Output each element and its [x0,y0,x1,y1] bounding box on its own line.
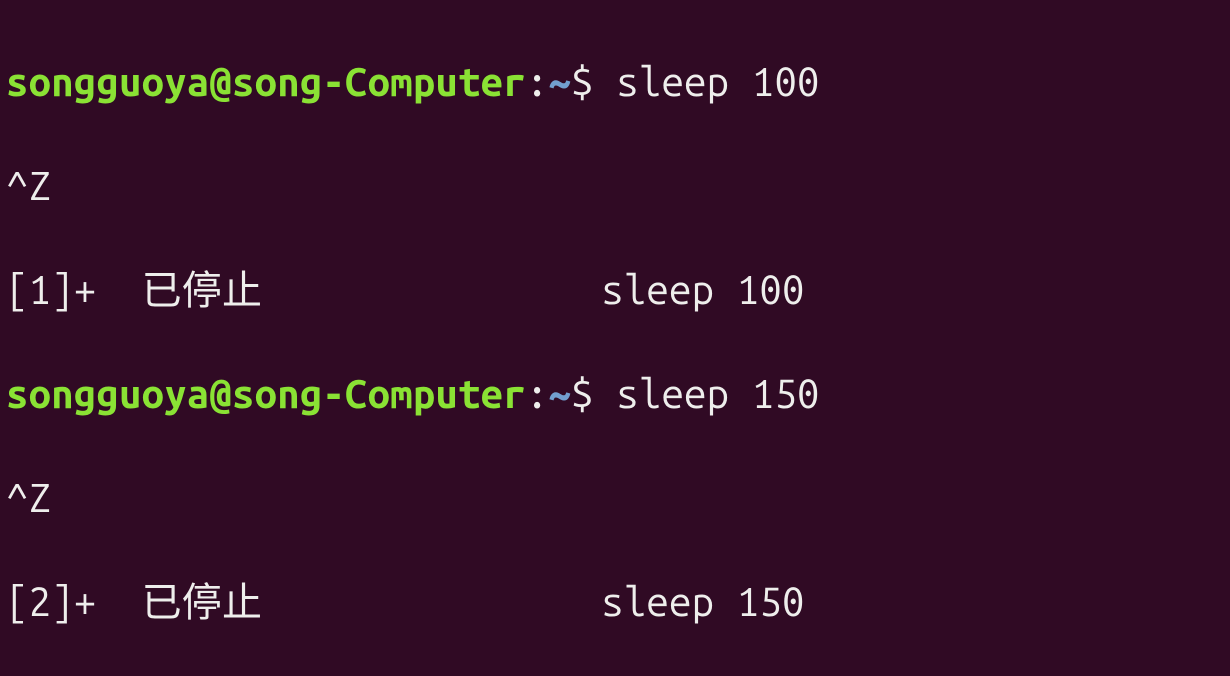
prompt-path: ~ [548,371,571,416]
job-pad [262,267,601,312]
prompt-dollar: $ [571,371,616,416]
job-id-prefix: [2]+ [6,579,142,624]
typed-command: sleep 100 [616,59,819,104]
ctrl-z-output: ^Z [6,163,51,208]
job-status: 已停止 [142,267,263,312]
ctrl-z-line: ^Z [6,472,1224,524]
ctrl-z-output: ^Z [6,475,51,520]
prompt-user: songguoya [6,59,209,104]
job-command: sleep 150 [601,579,804,624]
job-status: 已停止 [142,579,263,624]
prompt-colon: : [526,371,549,416]
prompt-host: song-Computer [232,371,526,416]
prompt-at: @ [209,371,232,416]
job-stopped-line: [1]+ 已停止 sleep 100 [6,264,1224,316]
command-line-1: songguoya@song-Computer:~$ sleep 100 [6,56,1224,108]
terminal[interactable]: songguoya@song-Computer:~$ sleep 100 ^Z … [0,0,1230,676]
typed-command: sleep 150 [616,371,819,416]
command-line-2: songguoya@song-Computer:~$ sleep 150 [6,368,1224,420]
prompt-path: ~ [548,59,571,104]
prompt-host: song-Computer [232,59,526,104]
prompt-colon: : [526,59,549,104]
prompt-dollar: $ [571,59,616,104]
prompt-at: @ [209,59,232,104]
job-stopped-line: [2]+ 已停止 sleep 150 [6,576,1224,628]
job-command: sleep 100 [601,267,804,312]
prompt-user: songguoya [6,371,209,416]
job-pad [262,579,601,624]
ctrl-z-line: ^Z [6,160,1224,212]
job-id-prefix: [1]+ [6,267,142,312]
